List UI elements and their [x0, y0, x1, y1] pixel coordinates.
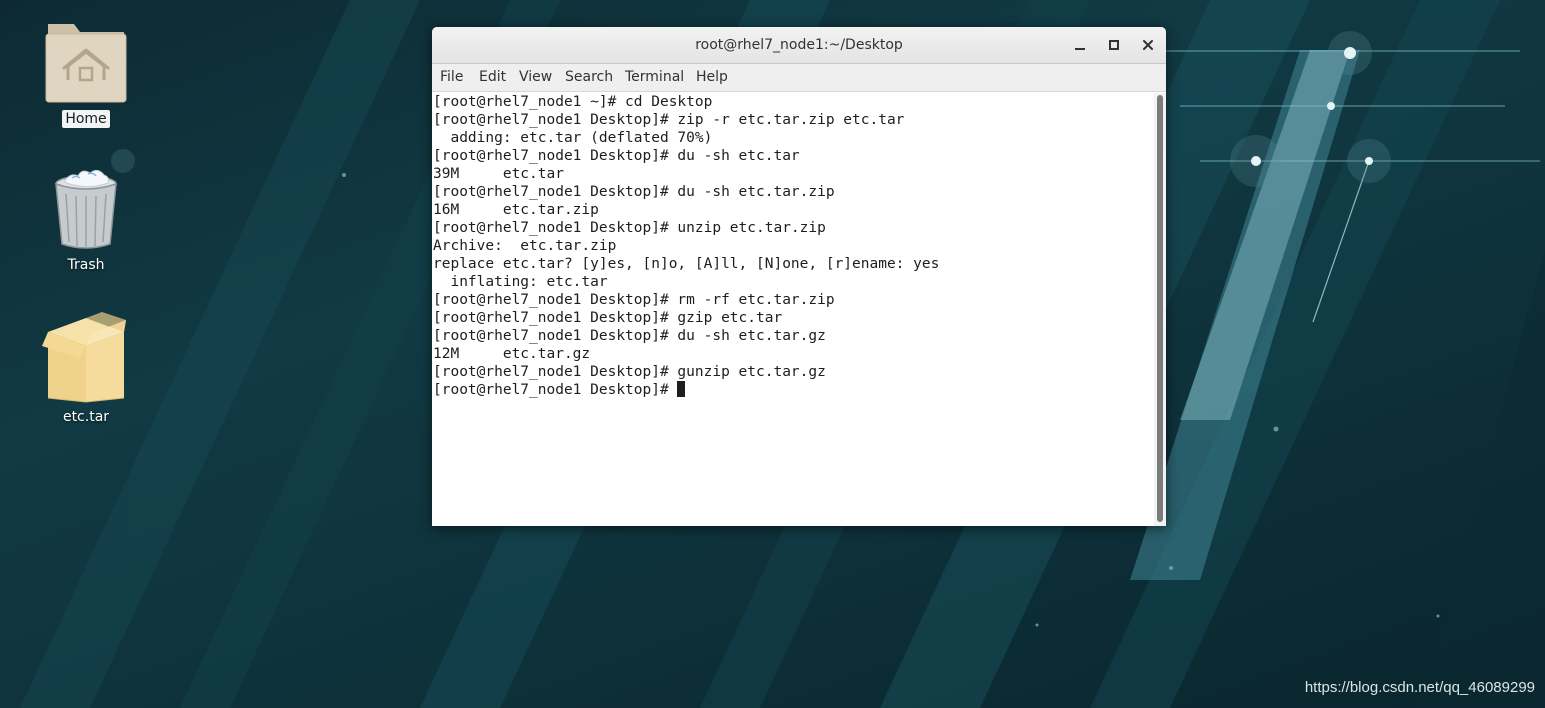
- terminal-line: replace etc.tar? [y]es, [n]o, [A]ll, [N]…: [433, 256, 940, 272]
- menu-help[interactable]: Help: [696, 64, 728, 91]
- desktop-icon-label-home: Home: [62, 110, 110, 128]
- terminal-window[interactable]: root@rhel7_node1:~/Desktop File Edit Vie…: [432, 27, 1166, 526]
- watermark-url: https://blog.csdn.net/qq_46089299: [1304, 679, 1535, 696]
- title-bar[interactable]: root@rhel7_node1:~/Desktop: [432, 27, 1166, 64]
- terminal-line: [root@rhel7_node1 ~]# cd Desktop: [433, 94, 713, 110]
- close-icon: [1143, 40, 1153, 50]
- terminal-line: 16M etc.tar.zip: [433, 202, 599, 218]
- menu-view[interactable]: View: [519, 64, 552, 91]
- terminal-line: [root@rhel7_node1 Desktop]# gunzip etc.t…: [433, 364, 826, 380]
- terminal-line: [root@rhel7_node1 Desktop]# unzip etc.ta…: [433, 220, 826, 236]
- menu-bar: File Edit View Search Terminal Help: [432, 64, 1166, 92]
- scrollbar[interactable]: [1154, 93, 1166, 526]
- close-button[interactable]: [1136, 33, 1160, 57]
- terminal-line: inflating: etc.tar: [433, 274, 608, 290]
- terminal-line: Archive: etc.tar.zip: [433, 238, 617, 254]
- desktop-icon-home[interactable]: Home: [31, 18, 141, 128]
- menu-file[interactable]: File: [440, 64, 463, 91]
- terminal-output[interactable]: [root@rhel7_node1 ~]# cd Desktop [root@r…: [433, 93, 1152, 526]
- terminal-line: adding: etc.tar (deflated 70%): [433, 130, 713, 146]
- desktop-icon-label-trash: Trash: [67, 257, 105, 273]
- terminal-line: [root@rhel7_node1 Desktop]# zip -r etc.t…: [433, 112, 905, 128]
- terminal-line: [root@rhel7_node1 Desktop]# du -sh etc.t…: [433, 184, 835, 200]
- desktop: Home Trash etc.tar root@rhel7_node1:~/De…: [0, 0, 1545, 708]
- archive-package-icon: [42, 312, 126, 403]
- minimize-button[interactable]: [1068, 33, 1092, 57]
- menu-edit[interactable]: Edit: [479, 64, 506, 91]
- terminal-line: [root@rhel7_node1 Desktop]# gzip etc.tar: [433, 310, 783, 326]
- menu-search[interactable]: Search: [565, 64, 613, 91]
- terminal-prompt: [root@rhel7_node1 Desktop]#: [433, 382, 678, 398]
- window-title: root@rhel7_node1:~/Desktop: [695, 37, 903, 53]
- terminal-line: [root@rhel7_node1 Desktop]# du -sh etc.t…: [433, 328, 826, 344]
- menu-terminal[interactable]: Terminal: [625, 64, 684, 91]
- terminal-prompt-line[interactable]: [root@rhel7_node1 Desktop]#: [433, 381, 1152, 399]
- desktop-icon-etc-tar[interactable]: etc.tar: [31, 312, 141, 426]
- text-cursor: [677, 381, 686, 397]
- home-folder-icon: [45, 24, 127, 103]
- terminal-line: [root@rhel7_node1 Desktop]# du -sh etc.t…: [433, 148, 800, 164]
- scrollbar-thumb[interactable]: [1157, 95, 1163, 522]
- desktop-icon-trash[interactable]: Trash: [31, 170, 141, 274]
- terminal-line: [root@rhel7_node1 Desktop]# rm -rf etc.t…: [433, 292, 835, 308]
- desktop-icon-label-etc-tar: etc.tar: [62, 409, 110, 425]
- trash-icon: [55, 170, 117, 249]
- terminal-line: 12M etc.tar.gz: [433, 346, 591, 362]
- terminal-line: 39M etc.tar: [433, 166, 564, 182]
- minimize-icon: [1075, 48, 1085, 50]
- maximize-button[interactable]: [1102, 33, 1126, 57]
- maximize-icon: [1109, 40, 1119, 50]
